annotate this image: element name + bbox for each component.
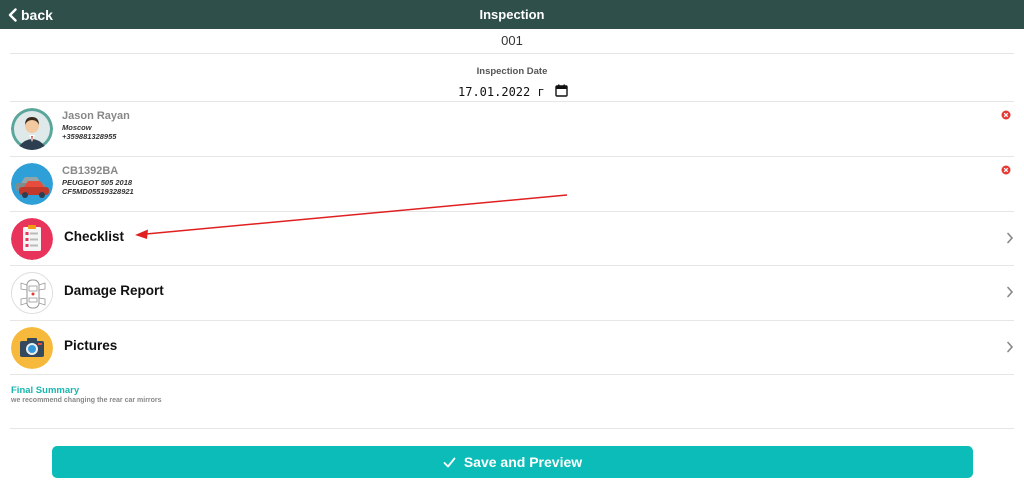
damage-report-row[interactable]: Damage Report: [10, 266, 1014, 320]
inspection-number: 001: [501, 33, 523, 48]
client-city: Moscow: [62, 123, 92, 132]
calendar-icon[interactable]: [555, 84, 568, 100]
remove-circle-icon: [1001, 110, 1011, 120]
remove-circle-icon: [1001, 165, 1011, 175]
final-summary-text: we recommend changing the rear car mirro…: [11, 397, 162, 404]
divider: [10, 374, 1014, 375]
camera-icon: [11, 327, 53, 369]
chevron-right-icon: [1006, 286, 1014, 298]
check-icon: [443, 457, 456, 468]
chevron-right-icon: [1006, 341, 1014, 353]
inspection-date-label: Inspection Date: [476, 66, 548, 77]
pictures-label: Pictures: [64, 338, 118, 353]
client-avatar: [11, 108, 53, 150]
inspection-date-value: 17.01.2022 г: [458, 85, 545, 99]
page-title: Inspection: [479, 7, 545, 22]
vehicle-plate: CB1392BA: [62, 165, 119, 177]
top-bar: back Inspection: [0, 0, 1024, 29]
damage-report-label: Damage Report: [64, 283, 164, 298]
divider: [10, 428, 1014, 429]
vehicle-row[interactable]: CB1392BA PEUGEOT 505 2018 CF5MD055193289…: [10, 157, 1014, 211]
final-summary-title: Final Summary: [11, 385, 80, 396]
divider: [10, 53, 1014, 54]
remove-client-button[interactable]: [1001, 110, 1011, 120]
vehicle-vin: CF5MD05519328921: [62, 187, 134, 196]
checklist-row[interactable]: Checklist: [10, 212, 1014, 266]
checklist-icon: [11, 218, 53, 260]
save-and-preview-label: Save and Preview: [463, 454, 583, 470]
client-row[interactable]: Jason Rayan Moscow +359881328955: [10, 102, 1014, 156]
save-and-preview-button[interactable]: Save and Preview: [52, 446, 973, 478]
checklist-label: Checklist: [64, 229, 125, 244]
chevron-right-icon: [1006, 232, 1014, 244]
remove-vehicle-button[interactable]: [1001, 165, 1011, 175]
client-name: Jason Rayan: [62, 110, 130, 122]
vehicle-model: PEUGEOT 505 2018: [62, 178, 133, 187]
car-diagram-icon: [11, 272, 53, 314]
pictures-row[interactable]: Pictures: [10, 321, 1014, 375]
vehicle-avatar: [11, 163, 53, 205]
client-phone: +359881328955: [62, 132, 117, 141]
inspection-date-input[interactable]: 17.01.2022 г: [458, 84, 568, 100]
